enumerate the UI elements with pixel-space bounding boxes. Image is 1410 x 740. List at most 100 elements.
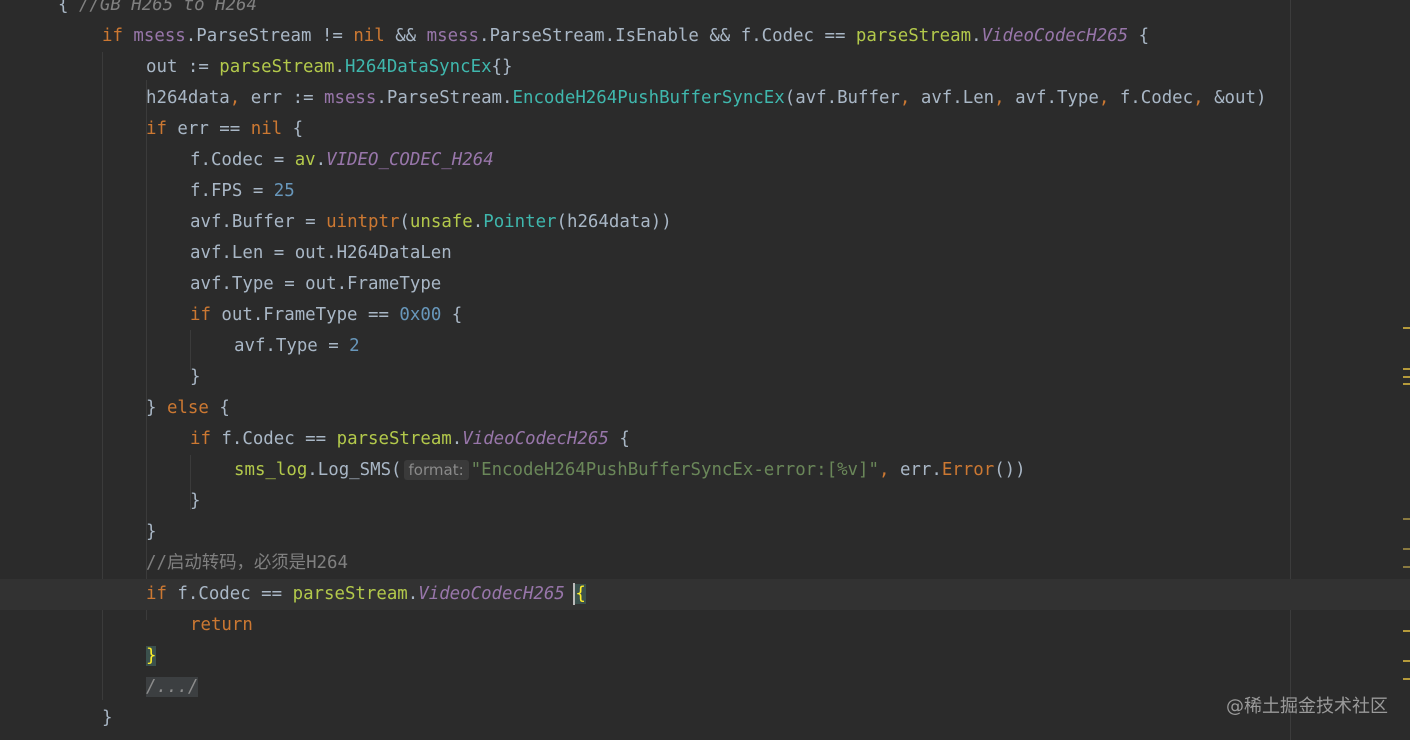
- scrollbar-marker[interactable]: [1403, 566, 1410, 568]
- scrollbar-marker[interactable]: [1403, 678, 1410, 680]
- code-token: .: [971, 26, 982, 46]
- code-token: {: [58, 0, 79, 15]
- code-token: err :=: [250, 88, 325, 108]
- code-token: Error: [941, 460, 995, 480]
- code-token: //启动转码，必须是H264: [146, 553, 348, 573]
- code-token: 25: [273, 181, 295, 201]
- watermark: @稀土掘金技术社区: [1226, 696, 1388, 717]
- code-token: if: [102, 26, 134, 46]
- code-token: f.Codec ==: [221, 429, 337, 449]
- scrollbar-marker[interactable]: [1403, 660, 1410, 662]
- code-token: err ==: [177, 119, 251, 139]
- code-token: }: [146, 398, 167, 418]
- code-token: VIDEO_CODEC_H264: [326, 150, 494, 170]
- code-line[interactable]: avf.Buffer = uintptr(unsafe.Pointer(h264…: [0, 207, 1410, 238]
- code-line[interactable]: } else {: [0, 393, 1410, 424]
- code-token: avf.Type = out.FrameType: [190, 274, 442, 294]
- code-token: {: [441, 305, 463, 325]
- code-line[interactable]: //启动转码，必须是H264: [0, 548, 1410, 579]
- code-token: (: [399, 212, 410, 232]
- code-token: avf.Len = out.H264DataLen: [190, 243, 452, 263]
- code-token: //GB H265 to H264: [78, 0, 257, 15]
- scrollbar-marker[interactable]: [1403, 376, 1410, 378]
- code-token: {: [608, 429, 630, 449]
- code-token: avf.Buffer =: [190, 212, 327, 232]
- scrollbar-marker[interactable]: [1403, 548, 1410, 550]
- code-token: Pointer: [483, 212, 557, 232]
- scrollbar-marker[interactable]: [1403, 383, 1410, 385]
- code-token: EncodeH264PushBufferSyncEx: [512, 88, 785, 108]
- code-token: }: [146, 522, 157, 542]
- code-token: else: [166, 398, 209, 418]
- code-line[interactable]: out := parseStream.H264DataSyncEx{}: [0, 52, 1410, 83]
- code-token: }: [190, 367, 201, 387]
- code-token: msess: [426, 26, 479, 46]
- code-token: ,: [899, 88, 921, 108]
- code-line[interactable]: }: [0, 641, 1410, 672]
- code-token: f.FPS =: [190, 181, 274, 201]
- code-token: .Log_SMS(: [307, 460, 402, 480]
- code-line[interactable]: }: [0, 486, 1410, 517]
- code-token: /.../: [146, 677, 199, 697]
- code-token: .: [472, 212, 484, 232]
- scrollbar-marker[interactable]: [1403, 327, 1410, 329]
- code-token: {: [208, 398, 230, 418]
- code-token: {: [1128, 26, 1150, 46]
- code-token: .: [334, 57, 345, 77]
- code-token: nil: [250, 119, 283, 139]
- code-line[interactable]: return: [0, 610, 1410, 641]
- code-token: {: [282, 119, 304, 139]
- code-line[interactable]: }: [0, 362, 1410, 393]
- code-line[interactable]: if err == nil {: [0, 114, 1410, 145]
- code-token: parseStream: [219, 57, 335, 77]
- code-token: unsafe: [409, 212, 473, 232]
- code-line[interactable]: avf.Type = 2: [0, 331, 1410, 362]
- code-token: {}: [491, 57, 513, 77]
- code-token: .ParseStream.IsEnable && f.Codec ==: [478, 26, 856, 46]
- code-token: VideoCodecH265: [418, 584, 565, 604]
- code-line[interactable]: avf.Len = out.H264DataLen: [0, 238, 1410, 269]
- code-token: (avf.Buffer: [784, 88, 900, 108]
- code-line[interactable]: }: [0, 703, 1410, 734]
- code-token: &&: [384, 26, 427, 46]
- code-line[interactable]: if f.Codec == parseStream.VideoCodecH265…: [0, 424, 1410, 455]
- code-token: f.Codec: [1119, 88, 1194, 108]
- code-token: if: [190, 429, 222, 449]
- code-token: }: [190, 491, 201, 511]
- code-line[interactable]: sms_log.Log_SMS(format: "EncodeH264PushBu…: [0, 455, 1410, 486]
- scrollbar-marker[interactable]: [1403, 368, 1410, 370]
- code-line[interactable]: }: [0, 517, 1410, 548]
- code-token: parseStream: [292, 584, 408, 604]
- code-token: avf.Type =: [234, 336, 350, 356]
- code-line[interactable]: f.Codec = av.VIDEO_CODEC_H264: [0, 145, 1410, 176]
- code-token: .: [451, 429, 463, 449]
- code-line[interactable]: if f.Codec == parseStream.VideoCodecH265…: [0, 579, 1410, 610]
- code-line[interactable]: { //GB H265 to H264: [0, 0, 1410, 21]
- scrollbar-marker[interactable]: [1403, 518, 1410, 520]
- code-token: (h264data)): [556, 212, 672, 232]
- code-token: .ParseStream.: [376, 88, 513, 108]
- code-token: av: [294, 150, 316, 170]
- code-line[interactable]: f.FPS = 25: [0, 176, 1410, 207]
- code-token: if: [146, 584, 178, 604]
- code-token: msess: [324, 88, 377, 108]
- code-line[interactable]: h264data, err := msess.ParseStream.Encod…: [0, 83, 1410, 114]
- code-editor[interactable]: { //GB H265 to H264 if msess.ParseStream …: [0, 0, 1410, 740]
- code-token: f.Codec =: [190, 150, 295, 170]
- code-token: avf.Len: [920, 88, 995, 108]
- code-line[interactable]: /.../: [0, 672, 1410, 703]
- code-line[interactable]: if out.FrameType == 0x00 {: [0, 300, 1410, 331]
- code-line[interactable]: avf.Type = out.FrameType: [0, 269, 1410, 300]
- code-token: return: [190, 615, 253, 635]
- code-token: nil: [353, 26, 385, 46]
- code-token: sms_log: [234, 460, 308, 480]
- code-token: if: [190, 305, 222, 325]
- scrollbar-marker[interactable]: [1403, 630, 1410, 632]
- code-token: ,: [994, 88, 1016, 108]
- code-token: .: [315, 150, 327, 170]
- code-line[interactable]: if msess.ParseStream != nil && msess.Par…: [0, 21, 1410, 52]
- code-token: avf.Type: [1015, 88, 1099, 108]
- code-token: &out): [1214, 88, 1267, 108]
- code-token: .: [407, 584, 419, 604]
- code-token: err.: [899, 460, 942, 480]
